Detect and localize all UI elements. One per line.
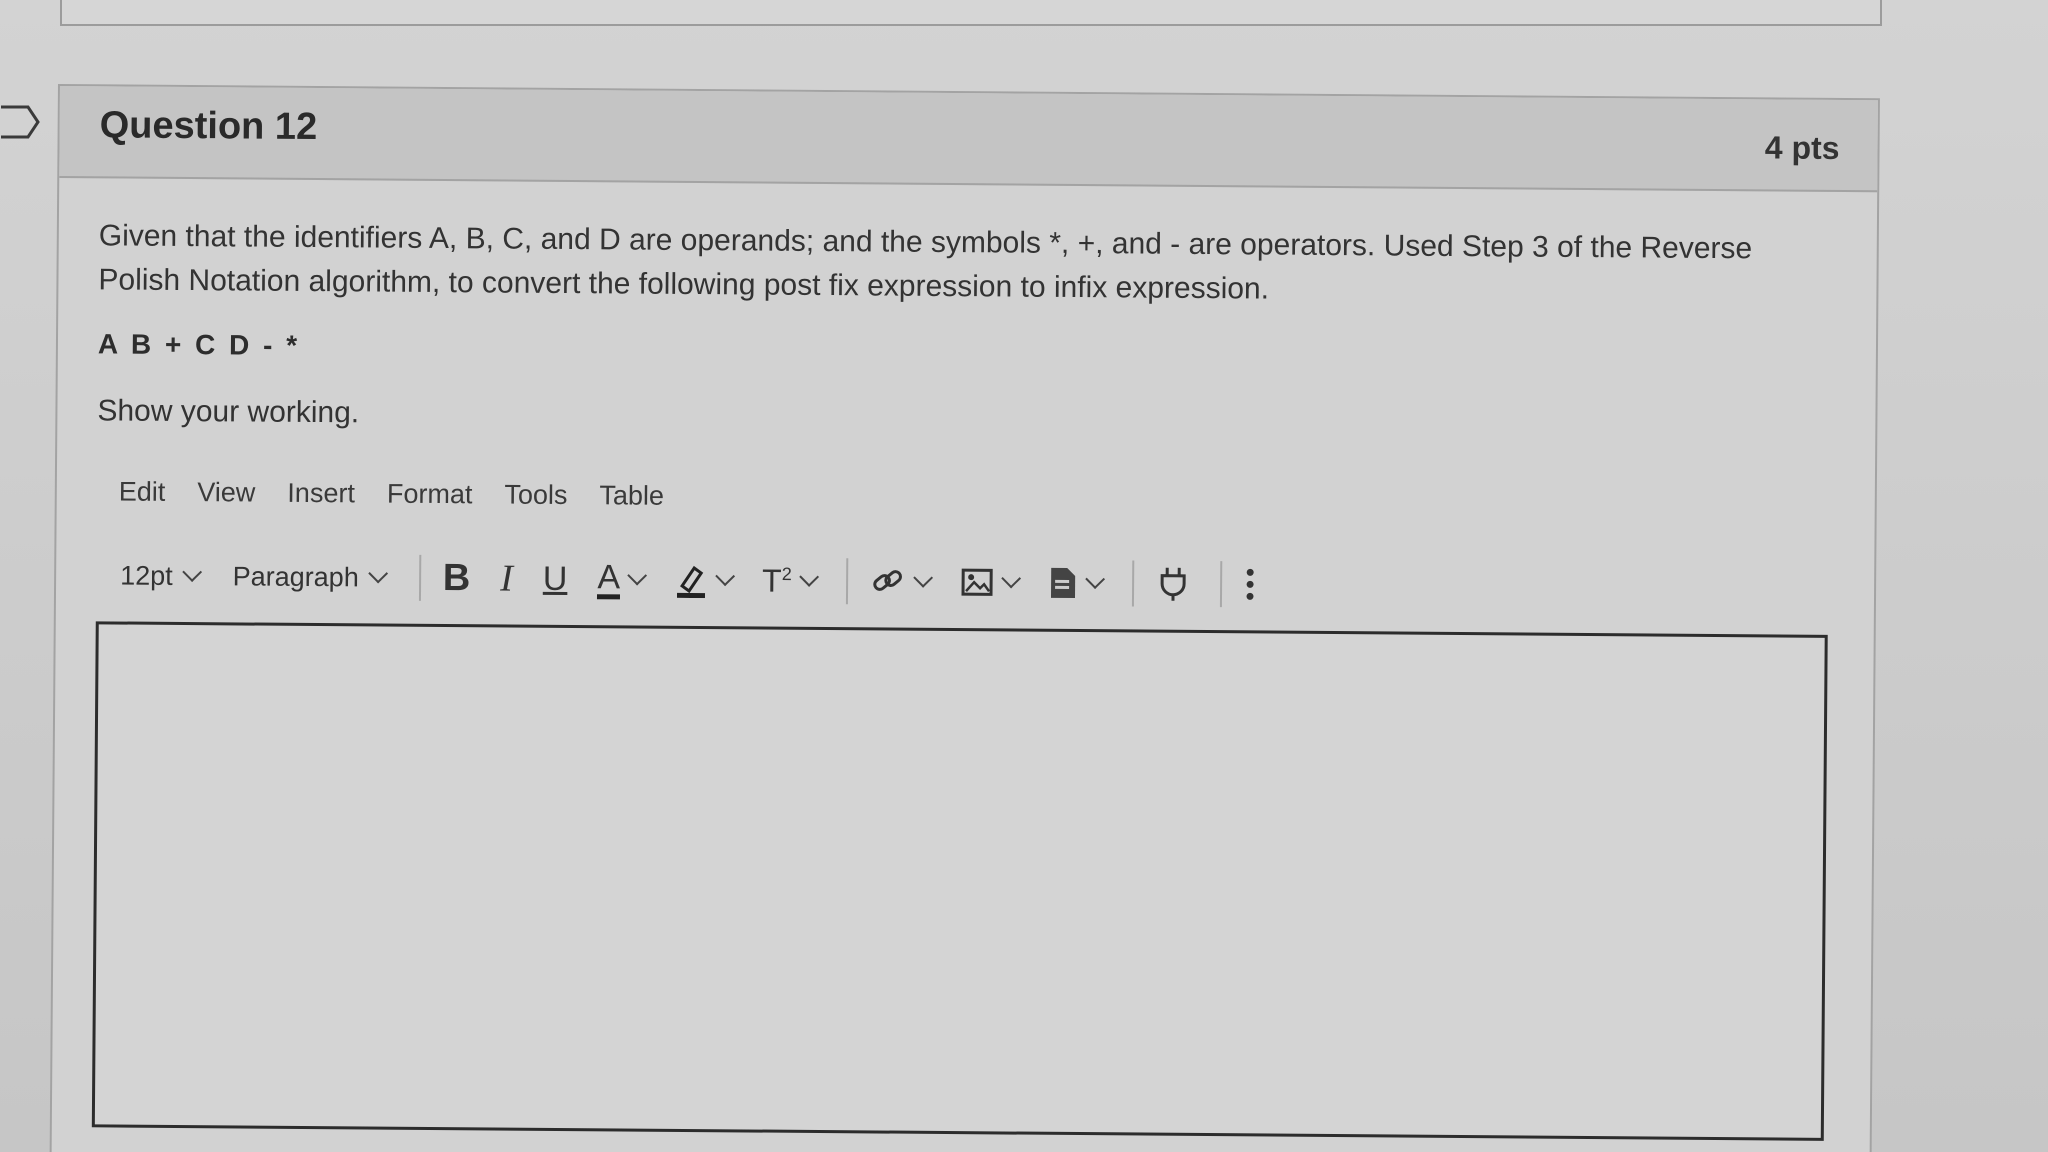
- answer-editor[interactable]: [91, 621, 1828, 1141]
- chevron-down-icon: [798, 567, 819, 587]
- question-card: Question 12 4 pts Given that the identif…: [49, 84, 1880, 1152]
- underline-button[interactable]: U: [543, 555, 568, 603]
- question-header: Question 12 4 pts: [59, 86, 1878, 193]
- bold-icon: B: [442, 556, 471, 599]
- bold-button[interactable]: B: [443, 554, 471, 602]
- chevron-down-icon: [367, 563, 388, 584]
- font-color-icon: A: [597, 558, 620, 599]
- toolbar-divider: [1219, 561, 1222, 608]
- block-format-value: Paragraph: [232, 560, 359, 592]
- quiz-page: Question 12 4 pts Given that the identif…: [0, 0, 2048, 1152]
- question-body: Given that the identifiers A, B, C, and …: [52, 178, 1877, 1141]
- document-button[interactable]: [1048, 559, 1105, 607]
- superscript-icon: T2: [762, 562, 792, 599]
- link-button[interactable]: [870, 557, 933, 605]
- link-icon: [872, 570, 902, 591]
- block-format-select[interactable]: Paragraph: [232, 560, 388, 593]
- postfix-expression: A B + C D - *: [97, 328, 301, 361]
- more-options-button[interactable]: [1243, 560, 1255, 608]
- chevron-down-icon: [912, 567, 933, 588]
- previous-question-card: [60, 0, 1882, 26]
- highlight-icon: [676, 565, 706, 599]
- editor-menubar: Edit View Insert Format Tools Table: [97, 476, 1835, 521]
- highlight-button[interactable]: [674, 556, 736, 604]
- question-title: Question 12: [99, 104, 318, 149]
- chevron-down-icon: [1000, 568, 1021, 589]
- toolbar-divider: [418, 554, 421, 601]
- underline-icon: U: [542, 559, 568, 598]
- flag-icon[interactable]: [0, 104, 42, 140]
- italic-icon: I: [500, 557, 514, 600]
- image-button[interactable]: [960, 558, 1021, 606]
- image-icon: [961, 568, 993, 596]
- superscript-button[interactable]: T2: [762, 557, 819, 605]
- more-options-icon: [1246, 568, 1254, 600]
- font-color-button[interactable]: A: [597, 555, 648, 603]
- toolbar-divider: [845, 558, 848, 605]
- chevron-down-icon: [627, 565, 648, 586]
- menu-format[interactable]: Format: [387, 479, 473, 511]
- question-prompt: Given that the identifiers A, B, C, and …: [98, 219, 1753, 306]
- menu-view[interactable]: View: [197, 477, 255, 508]
- menu-table[interactable]: Table: [599, 480, 664, 512]
- toolbar-divider: [1131, 560, 1134, 607]
- editor-toolbar: 12pt Paragraph B I U A T2: [96, 547, 1834, 617]
- document-icon: [1050, 567, 1075, 598]
- italic-button[interactable]: I: [500, 554, 513, 602]
- menu-tools[interactable]: Tools: [504, 480, 567, 511]
- font-size-value: 12pt: [120, 560, 173, 591]
- chevron-down-icon: [715, 566, 736, 587]
- plugin-button[interactable]: [1155, 560, 1189, 608]
- font-size-select[interactable]: 12pt: [120, 560, 202, 592]
- plugin-icon: [1160, 567, 1186, 601]
- menu-insert[interactable]: Insert: [287, 478, 355, 510]
- chevron-down-icon: [181, 562, 202, 582]
- menu-edit[interactable]: Edit: [119, 476, 166, 507]
- question-points: 4 pts: [1764, 129, 1840, 166]
- chevron-down-icon: [1084, 569, 1105, 590]
- question-instruction: Show your working.: [97, 394, 360, 430]
